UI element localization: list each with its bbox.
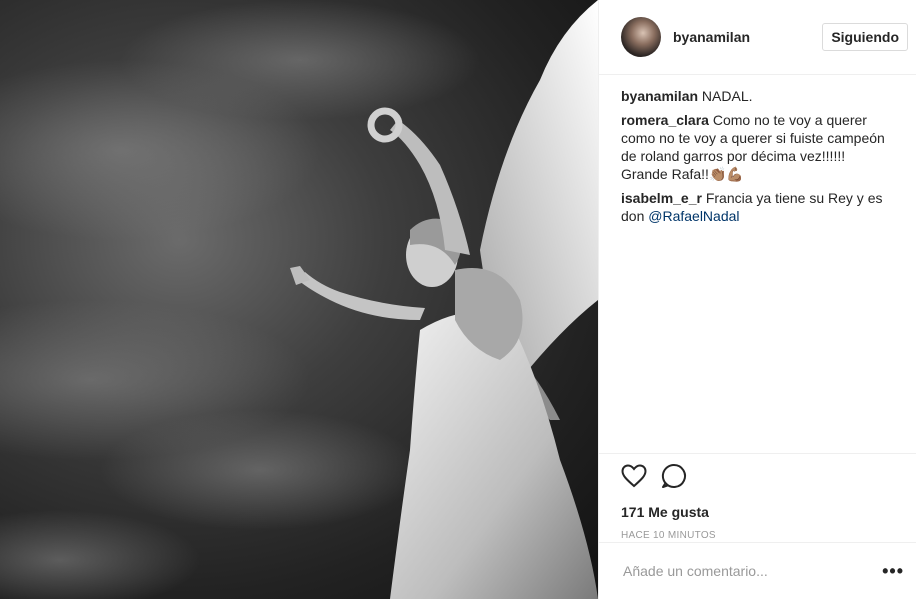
likes-count[interactable]: 171 Me gusta bbox=[621, 504, 894, 520]
more-options-icon[interactable]: ••• bbox=[878, 561, 908, 582]
comment-item: isabelm_e_r Francia ya tiene su Rey y es… bbox=[621, 189, 894, 225]
comments-list: byanamilan NADAL. romera_clara Como no t… bbox=[599, 75, 916, 225]
mention-link[interactable]: @RafaelNadal bbox=[648, 208, 739, 224]
comment-author[interactable]: romera_clara bbox=[621, 112, 709, 128]
action-icons bbox=[621, 462, 894, 490]
caption-text: NADAL. bbox=[701, 88, 753, 104]
caption-author[interactable]: byanamilan bbox=[621, 88, 698, 104]
header-username[interactable]: byanamilan bbox=[673, 29, 822, 45]
comment-input[interactable] bbox=[621, 562, 879, 580]
post-timestamp[interactable]: HACE 10 MINUTOS bbox=[621, 530, 894, 541]
comment-item: romera_clara Como no te voy a querer com… bbox=[621, 111, 894, 183]
angel-statue-image bbox=[0, 0, 598, 599]
avatar[interactable] bbox=[621, 17, 661, 57]
post-actions: 171 Me gusta HACE 10 MINUTOS bbox=[599, 453, 916, 541]
heart-icon[interactable] bbox=[621, 464, 647, 488]
add-comment-bar: ••• bbox=[599, 542, 916, 599]
post-photo[interactable] bbox=[0, 0, 598, 599]
post-header: byanamilan Siguiendo bbox=[599, 0, 916, 75]
instagram-post: byanamilan Siguiendo byanamilan NADAL. r… bbox=[0, 0, 916, 599]
caption: byanamilan NADAL. bbox=[621, 87, 894, 105]
speech-bubble-icon[interactable] bbox=[661, 463, 687, 489]
post-side-panel: byanamilan Siguiendo byanamilan NADAL. r… bbox=[598, 0, 916, 599]
comment-author[interactable]: isabelm_e_r bbox=[621, 190, 702, 206]
following-button[interactable]: Siguiendo bbox=[822, 23, 908, 51]
